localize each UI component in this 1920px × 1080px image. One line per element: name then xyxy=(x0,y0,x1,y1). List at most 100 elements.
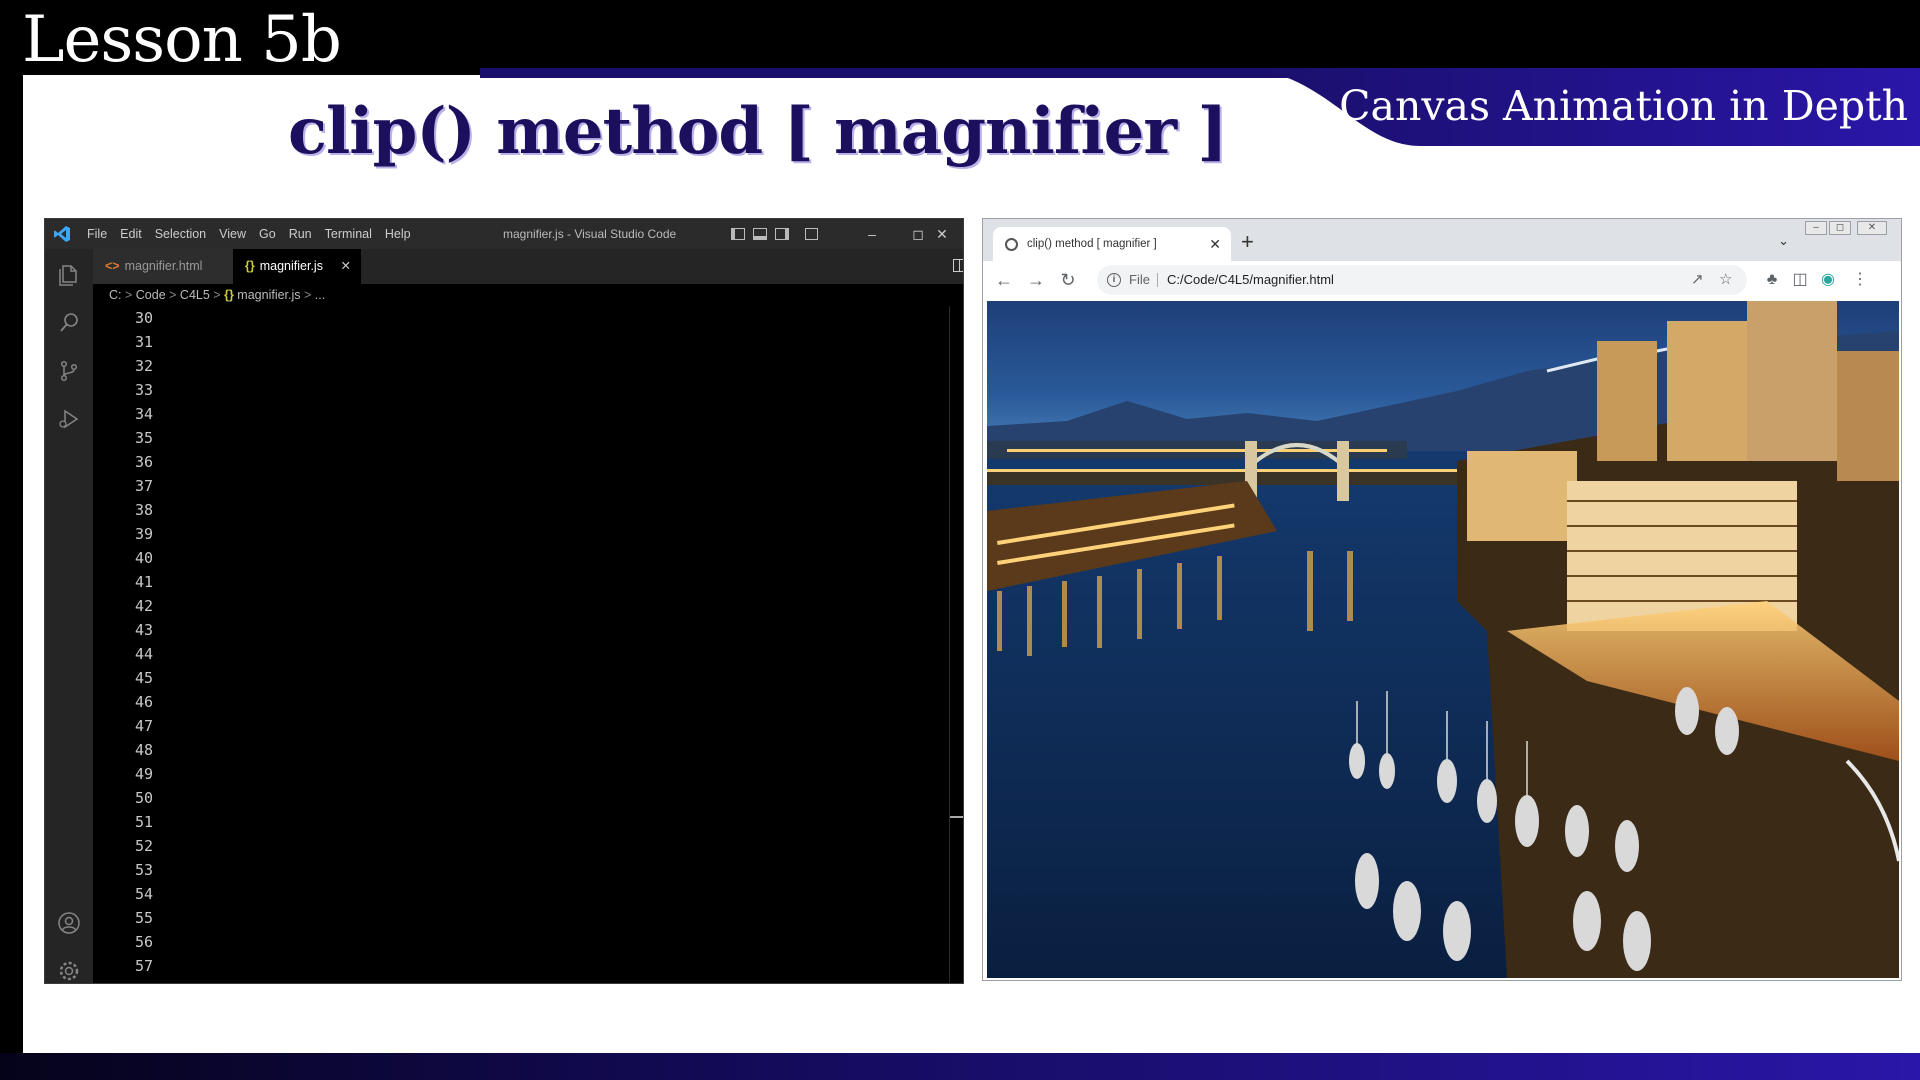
line-number: 52 xyxy=(134,837,153,855)
menu-help[interactable]: Help xyxy=(385,227,411,241)
line-number: 30 xyxy=(134,309,153,327)
browser-tab-title: clip() method [ magnifier ] xyxy=(1027,238,1157,250)
forward-arrow-icon[interactable]: → xyxy=(1025,269,1047,291)
close-icon[interactable]: ✕ xyxy=(1857,221,1887,235)
tab-search-chevron-icon[interactable]: ⌄ xyxy=(1778,233,1789,249)
close-icon[interactable]: ✕ xyxy=(919,219,963,249)
menu-file[interactable]: File xyxy=(87,227,107,241)
menu-run[interactable]: Run xyxy=(289,227,312,241)
breadcrumb-item[interactable]: magnifier.js xyxy=(237,288,300,302)
bookmark-star-icon[interactable]: ☆ xyxy=(1719,265,1732,295)
menu-selection[interactable]: Selection xyxy=(155,227,206,241)
run-debug-icon[interactable] xyxy=(57,407,81,431)
breadcrumb-item[interactable]: C4L5 xyxy=(180,288,210,302)
line-number: 33 xyxy=(134,381,153,399)
js-file-icon: {} xyxy=(224,288,234,302)
tab-close-icon[interactable]: ✕ xyxy=(1209,227,1221,261)
settings-gear-icon[interactable] xyxy=(57,959,81,983)
url-text[interactable]: C:/Code/C4L5/magnifier.html xyxy=(1167,265,1334,295)
course-title: Canvas Animation in Depth xyxy=(1339,82,1908,130)
tab-label: magnifier.js xyxy=(259,259,323,273)
reload-icon[interactable]: ↻ xyxy=(1057,269,1079,291)
profile-avatar-icon[interactable]: ◉ xyxy=(1817,269,1839,291)
menu-terminal[interactable]: Terminal xyxy=(325,227,372,241)
line-number: 54 xyxy=(134,885,153,903)
share-icon[interactable]: ↗ xyxy=(1691,265,1704,295)
line-number: 31 xyxy=(134,333,153,351)
tab-magnifier-html[interactable]: <> magnifier.html xyxy=(93,249,233,284)
line-number: 49 xyxy=(134,765,153,783)
activity-bar xyxy=(45,249,93,983)
globe-icon xyxy=(1005,238,1018,251)
js-file-icon: {} xyxy=(245,259,255,273)
menu-edit[interactable]: Edit xyxy=(120,227,142,241)
toggle-panel-icon[interactable] xyxy=(753,228,767,240)
new-tab-icon[interactable]: + xyxy=(1241,229,1254,255)
url-scheme-label: File xyxy=(1129,272,1150,287)
code-editor[interactable]: 30 31 32 33 34 35 36 37 38 39 40 41 42 43 44 45 46 47 48 49… xyxy=(93,306,963,983)
menu-view[interactable]: View xyxy=(219,227,246,241)
vscode-window: File Edit Selection View Go Run Terminal… xyxy=(44,218,964,984)
browser-tab-strip: clip() method [ magnifier ] ✕ + ⌄ – ◻ ✕ xyxy=(983,219,1901,261)
side-panel-icon[interactable]: ◫ xyxy=(1789,269,1811,291)
maximize-icon[interactable]: ◻ xyxy=(1829,221,1851,235)
line-number: 35 xyxy=(134,429,153,447)
breadcrumb-item[interactable]: Code xyxy=(136,288,166,302)
customize-layout-icon[interactable] xyxy=(805,228,818,240)
line-number: 56 xyxy=(134,933,153,951)
tab-label: magnifier.html xyxy=(124,259,203,273)
breadcrumb: C: > Code > C4L5 > {} magnifier.js > ... xyxy=(93,284,963,306)
explorer-icon[interactable] xyxy=(57,263,81,287)
page-viewport[interactable] xyxy=(983,299,1901,980)
editor-tab-bar: <>magnifier.html {}magnifier.js ✕ ⋯ xyxy=(93,249,963,284)
omnibox-separator xyxy=(1157,273,1158,287)
browser-window: clip() method [ magnifier ] ✕ + ⌄ – ◻ ✕ … xyxy=(982,218,1902,981)
line-number: 38 xyxy=(134,501,153,519)
toggle-sidebar-icon[interactable] xyxy=(731,228,745,240)
line-number: 51 xyxy=(134,813,153,831)
line-number: 44 xyxy=(134,645,153,663)
line-number: 42 xyxy=(134,597,153,615)
search-icon[interactable] xyxy=(57,311,81,335)
vscode-menubar: File Edit Selection View Go Run Terminal… xyxy=(87,219,424,249)
minimize-icon[interactable]: – xyxy=(1805,221,1827,235)
tab-close-icon[interactable]: ✕ xyxy=(341,249,351,284)
info-icon[interactable]: i xyxy=(1107,273,1121,287)
breadcrumb-item[interactable]: C: xyxy=(109,288,122,302)
line-number: 50 xyxy=(134,789,153,807)
browser-toolbar: ← → ↻ i File C:/Code/C4L5/magnifier.html… xyxy=(983,261,1901,299)
tab-magnifier-js[interactable]: {} magnifier.js ✕ xyxy=(233,249,361,284)
vscode-logo-icon xyxy=(54,226,70,242)
lesson-title: Lesson 5b xyxy=(22,3,342,77)
address-bar[interactable]: i File C:/Code/C4L5/magnifier.html ↗ ☆ xyxy=(1097,265,1747,295)
line-number: 57 xyxy=(134,957,153,975)
back-arrow-icon[interactable]: ← xyxy=(993,269,1015,291)
line-number: 40 xyxy=(134,549,153,567)
line-number: 55 xyxy=(134,909,153,927)
toggle-secondary-sidebar-icon[interactable] xyxy=(775,228,789,240)
bottom-band xyxy=(0,1053,1920,1080)
editor-scrollbar[interactable] xyxy=(949,306,963,983)
line-number: 39 xyxy=(134,525,153,543)
breadcrumb-item[interactable]: ... xyxy=(315,288,325,302)
line-number: 48 xyxy=(134,741,153,759)
split-editor-icon[interactable] xyxy=(953,259,963,272)
source-control-icon[interactable] xyxy=(57,359,81,383)
line-number: 46 xyxy=(134,693,153,711)
vancouver-night-photo xyxy=(987,301,1899,978)
extensions-puzzle-icon[interactable]: ♣ xyxy=(1761,269,1783,291)
menu-go[interactable]: Go xyxy=(259,227,276,241)
line-number: 32 xyxy=(134,357,153,375)
accounts-icon[interactable] xyxy=(57,911,81,935)
line-number: 45 xyxy=(134,669,153,687)
line-number: 36 xyxy=(134,453,153,471)
menu-kebab-icon[interactable]: ⋮ xyxy=(1849,269,1871,291)
slide-heading: clip() method [ magnifier ] xyxy=(288,94,1228,169)
vscode-titlebar: File Edit Selection View Go Run Terminal… xyxy=(45,219,963,249)
browser-tab[interactable]: clip() method [ magnifier ] ✕ xyxy=(993,227,1231,261)
vscode-window-title: magnifier.js - Visual Studio Code xyxy=(503,227,677,241)
minimize-icon[interactable]: – xyxy=(849,219,895,249)
line-number: 43 xyxy=(134,621,153,639)
line-number-gutter: 30 31 32 33 34 35 36 37 38 39 40 41 42 43 44 45 46 47 48 49… xyxy=(93,306,153,978)
line-number: 34 xyxy=(134,405,153,423)
